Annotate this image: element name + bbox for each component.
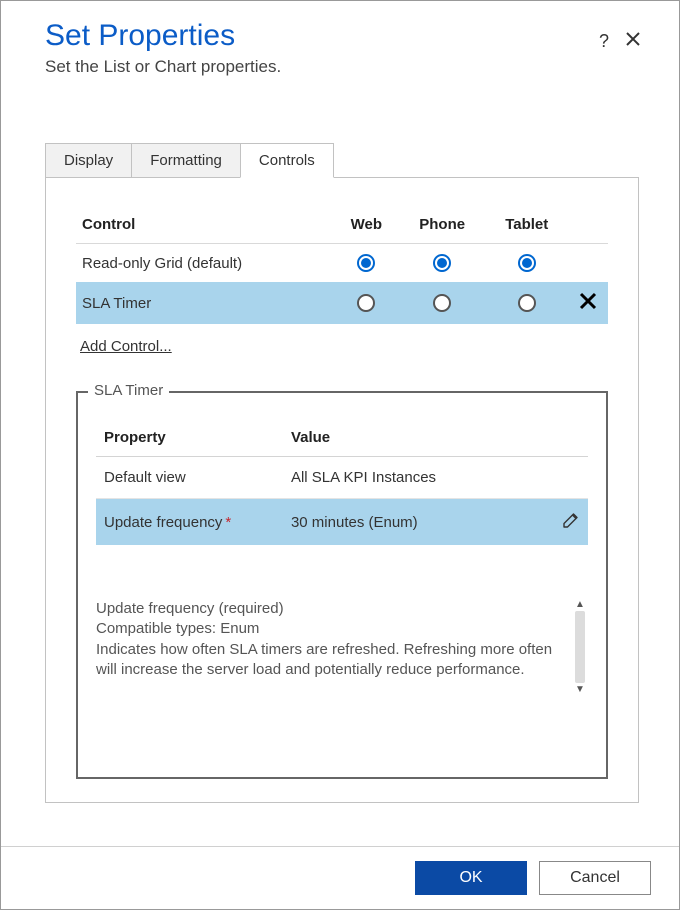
col-value: Value	[283, 421, 554, 457]
control-name: Read-only Grid (default)	[76, 244, 334, 283]
property-name: Default view	[96, 457, 283, 499]
close-icon[interactable]	[625, 31, 641, 52]
table-row[interactable]: Read-only Grid (default)	[76, 244, 608, 283]
dialog-body: Display Formatting Controls Control Web …	[1, 85, 679, 846]
table-row[interactable]: Default view All SLA KPI Instances	[96, 457, 588, 499]
col-tablet: Tablet	[485, 208, 568, 244]
properties-fieldset: SLA Timer Property Value Default view Al…	[76, 391, 608, 779]
tab-controls[interactable]: Controls	[240, 143, 334, 178]
add-control-link[interactable]: Add Control...	[76, 324, 176, 357]
table-row[interactable]: Update frequency* 30 minutes (Enum)	[96, 499, 588, 546]
tabs: Display Formatting Controls	[45, 143, 639, 177]
scroll-down-icon[interactable]: ▼	[575, 684, 585, 695]
property-value: All SLA KPI Instances	[283, 457, 554, 499]
fieldset-legend: SLA Timer	[88, 382, 169, 399]
ok-button[interactable]: OK	[415, 861, 527, 895]
properties-table: Property Value Default view All SLA KPI …	[96, 421, 588, 545]
tab-formatting[interactable]: Formatting	[131, 143, 241, 177]
required-icon: *	[225, 514, 231, 531]
controls-table: Control Web Phone Tablet Read-only Grid …	[76, 208, 608, 324]
col-control: Control	[76, 208, 334, 244]
radio-tablet[interactable]	[518, 254, 536, 272]
radio-tablet[interactable]	[518, 294, 536, 312]
help-icon[interactable]: ?	[599, 31, 609, 52]
tab-panel-controls: Control Web Phone Tablet Read-only Grid …	[45, 177, 639, 803]
col-property: Property	[96, 421, 283, 457]
set-properties-dialog: Set Properties Set the List or Chart pro…	[0, 0, 680, 910]
control-name: SLA Timer	[76, 282, 334, 324]
radio-web[interactable]	[357, 254, 375, 272]
dialog-title: Set Properties	[45, 19, 599, 53]
cancel-button[interactable]: Cancel	[539, 861, 651, 895]
radio-web[interactable]	[357, 294, 375, 312]
col-web: Web	[334, 208, 399, 244]
tab-display[interactable]: Display	[45, 143, 132, 177]
scroll-track[interactable]	[575, 611, 585, 683]
table-row[interactable]: SLA Timer	[76, 282, 608, 324]
dialog-footer: OK Cancel	[1, 846, 679, 909]
scroll-up-icon[interactable]: ▲	[575, 599, 585, 610]
property-name: Update frequency*	[96, 499, 283, 546]
property-value: 30 minutes (Enum)	[283, 499, 554, 546]
scrollbar[interactable]: ▲ ▼	[572, 599, 588, 695]
radio-phone[interactable]	[433, 254, 451, 272]
property-description: Update frequency (required) Compatible t…	[96, 599, 566, 695]
dialog-subtitle: Set the List or Chart properties.	[45, 57, 599, 77]
radio-phone[interactable]	[433, 294, 451, 312]
delete-control-icon[interactable]	[579, 297, 597, 314]
dialog-header: Set Properties Set the List or Chart pro…	[1, 1, 679, 85]
edit-icon[interactable]	[562, 516, 580, 533]
col-phone: Phone	[399, 208, 486, 244]
